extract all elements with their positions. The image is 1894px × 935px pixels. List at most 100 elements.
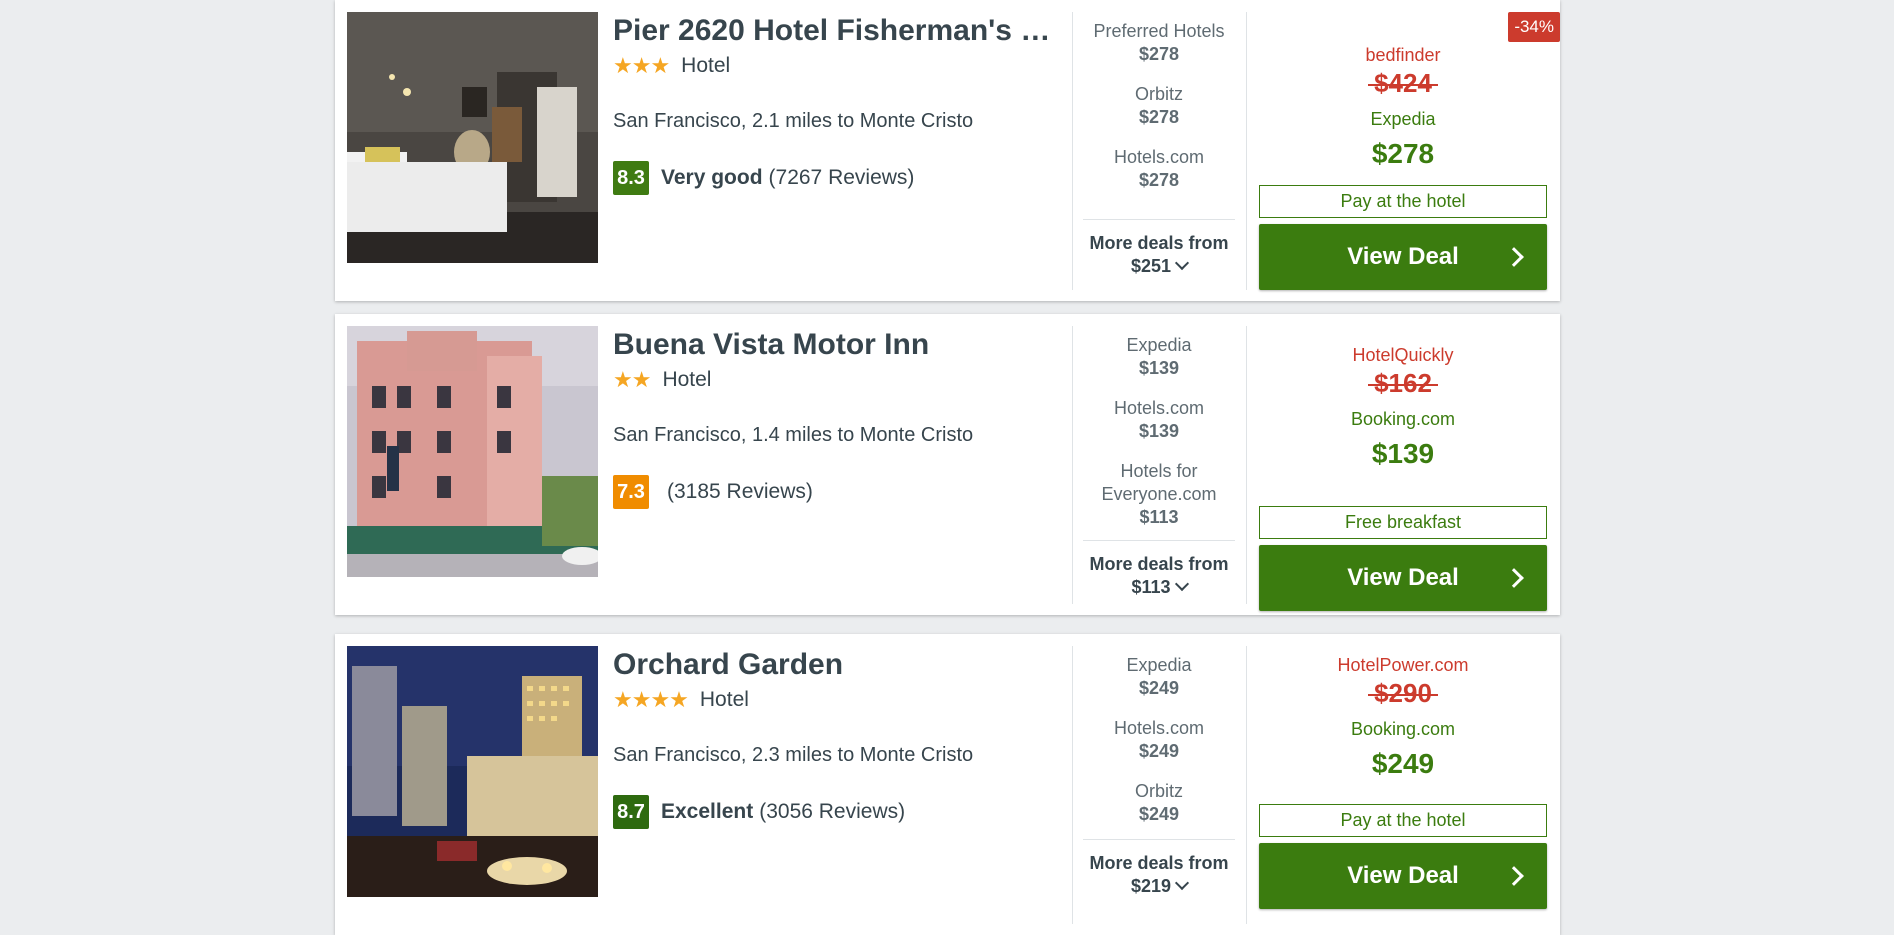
rating-row: 8.7 Excellent (3056 Reviews) [613, 795, 1053, 829]
other-deal-price: $249 [1138, 741, 1180, 761]
chevron-down-icon [1174, 576, 1189, 592]
divider [1246, 646, 1247, 924]
more-deals-toggle[interactable]: More deals from $251 [1083, 219, 1235, 279]
chevron-right-icon [1504, 568, 1524, 588]
hotel-location: San Francisco, 2.3 miles to Monte Cristo [613, 744, 974, 766]
view-deal-label: View Deal [1347, 862, 1459, 889]
divider [1246, 326, 1247, 604]
review-count[interactable]: (7267 Reviews) [769, 166, 915, 190]
chevron-right-icon [1504, 247, 1524, 267]
other-deal-provider: Orbitz [1134, 84, 1183, 104]
other-deal-price: $278 [1138, 107, 1180, 127]
other-deal-provider: Expedia [1126, 335, 1192, 355]
more-deals-price: $219 [1130, 876, 1172, 896]
strike-price: $290 [1368, 678, 1438, 709]
other-deal-price: $249 [1138, 678, 1180, 698]
other-deal[interactable]: Expedia $139 [1083, 334, 1235, 380]
pink-building-photo[interactable] [347, 326, 598, 577]
best-price: $278 [1371, 138, 1435, 169]
hotel-card: Buena Vista Motor Inn ★★ Hotel San Franc… [335, 314, 1560, 615]
more-deals-toggle[interactable]: More deals from $113 [1083, 540, 1235, 600]
discount-badge: -34% [1508, 12, 1560, 42]
other-deal[interactable]: Orbitz $249 [1083, 780, 1235, 826]
other-deal[interactable]: Hotels.com $139 [1083, 397, 1235, 443]
rating-badge: 7.3 [613, 475, 649, 509]
rating-row: 8.3 Very good (7267 Reviews) [613, 161, 1053, 195]
hotel-type: Hotel [681, 54, 731, 77]
hotel-info: Orchard Garden ★★★★ Hotel San Francisco,… [613, 646, 1053, 829]
best-provider[interactable]: Booking.com [1259, 409, 1547, 430]
review-count[interactable]: (3185 Reviews) [667, 480, 813, 504]
other-deal[interactable]: Hotels.com $278 [1083, 146, 1235, 192]
hotel-info: Buena Vista Motor Inn ★★ Hotel San Franc… [613, 326, 1053, 509]
chevron-down-icon [1174, 255, 1190, 271]
strike-price: $424 [1368, 68, 1438, 99]
rating-badge: 8.3 [613, 161, 649, 195]
star-rating-icon: ★★ [613, 367, 651, 392]
hotel-name[interactable]: Orchard Garden [613, 646, 1053, 684]
other-deal[interactable]: Hotels for Everyone.com $113 [1083, 460, 1235, 529]
hotel-card: Orchard Garden ★★★★ Hotel San Francisco,… [335, 634, 1560, 935]
stars-row: ★★ Hotel [613, 366, 1053, 394]
stars-row: ★★★★ Hotel [613, 686, 1053, 714]
best-price: $249 [1371, 748, 1435, 779]
best-deal: HotelQuickly $162 Booking.com $139 [1259, 345, 1547, 470]
rating-row: 7.3 (3185 Reviews) [613, 475, 1053, 509]
perk-badge: Pay at the hotel [1259, 804, 1547, 837]
more-deals-label: More deals from [1089, 233, 1229, 253]
hotel-name[interactable]: Buena Vista Motor Inn [613, 326, 1053, 364]
other-deal[interactable]: Orbitz $278 [1083, 83, 1235, 129]
best-price: $139 [1371, 438, 1435, 469]
chevron-down-icon [1174, 875, 1190, 891]
perk-badge: Pay at the hotel [1259, 185, 1547, 218]
other-deal-provider: Orbitz [1134, 781, 1183, 801]
view-deal-button[interactable]: View Deal [1259, 545, 1547, 611]
best-deal: bedfinder $424 Expedia $278 [1259, 45, 1547, 170]
divider [1072, 12, 1073, 290]
hotel-name[interactable]: Pier 2620 Hotel Fisherman's Wharf [613, 12, 1053, 50]
chevron-right-icon [1504, 866, 1524, 886]
hotel-type: Hotel [699, 688, 749, 711]
other-deal-price: $249 [1138, 804, 1180, 824]
stars-row: ★★★ Hotel [613, 52, 1053, 80]
more-deals-label: More deals from [1089, 853, 1229, 873]
strike-price: $162 [1368, 368, 1438, 399]
view-deal-button[interactable]: View Deal [1259, 843, 1547, 909]
other-deal-price: $139 [1138, 421, 1180, 441]
other-deal-provider: Hotels.com [1113, 718, 1205, 738]
strike-provider[interactable]: HotelPower.com [1259, 655, 1547, 676]
more-deals-price: $113 [1131, 577, 1171, 597]
other-deal[interactable]: Expedia $249 [1083, 654, 1235, 700]
other-deals: Preferred Hotels $278 Orbitz $278 Hotels… [1083, 20, 1235, 209]
other-deal-provider: Preferred Hotels [1093, 21, 1225, 41]
hotel-room-photo[interactable] [347, 12, 598, 263]
other-deal[interactable]: Preferred Hotels $278 [1083, 20, 1235, 66]
more-deals-price: $251 [1130, 256, 1172, 276]
perk-badge: Free breakfast [1259, 506, 1547, 539]
more-deals-toggle[interactable]: More deals from $219 [1083, 839, 1235, 899]
rating-label: Very good [661, 166, 763, 189]
view-deal-label: View Deal [1347, 243, 1459, 270]
hotel-location: San Francisco, 1.4 miles to Monte Cristo [613, 424, 974, 446]
other-deal-price: $278 [1138, 170, 1180, 190]
strike-provider[interactable]: bedfinder [1259, 45, 1547, 66]
other-deal[interactable]: Hotels.com $249 [1083, 717, 1235, 763]
other-deal-provider: Hotels for Everyone.com [1101, 461, 1217, 504]
view-deal-button[interactable]: View Deal [1259, 224, 1547, 290]
best-provider[interactable]: Booking.com [1259, 719, 1547, 740]
view-deal-label: View Deal [1347, 564, 1459, 591]
divider [1072, 326, 1073, 604]
divider [1072, 646, 1073, 924]
hotel-card: Pier 2620 Hotel Fisherman's Wharf ★★★ Ho… [335, 0, 1560, 301]
other-deal-price: $113 [1139, 507, 1179, 527]
more-deals-label: More deals from [1089, 554, 1229, 574]
rating-badge: 8.7 [613, 795, 649, 829]
other-deals: Expedia $139 Hotels.com $139 Hotels for … [1083, 334, 1235, 546]
other-deal-provider: Expedia [1126, 655, 1192, 675]
hotel-type: Hotel [662, 368, 712, 391]
night-terrace-photo[interactable] [347, 646, 598, 897]
strike-provider[interactable]: HotelQuickly [1259, 345, 1547, 366]
best-provider[interactable]: Expedia [1259, 109, 1547, 130]
rating-label: Excellent [661, 800, 754, 823]
review-count[interactable]: (3056 Reviews) [759, 800, 905, 824]
